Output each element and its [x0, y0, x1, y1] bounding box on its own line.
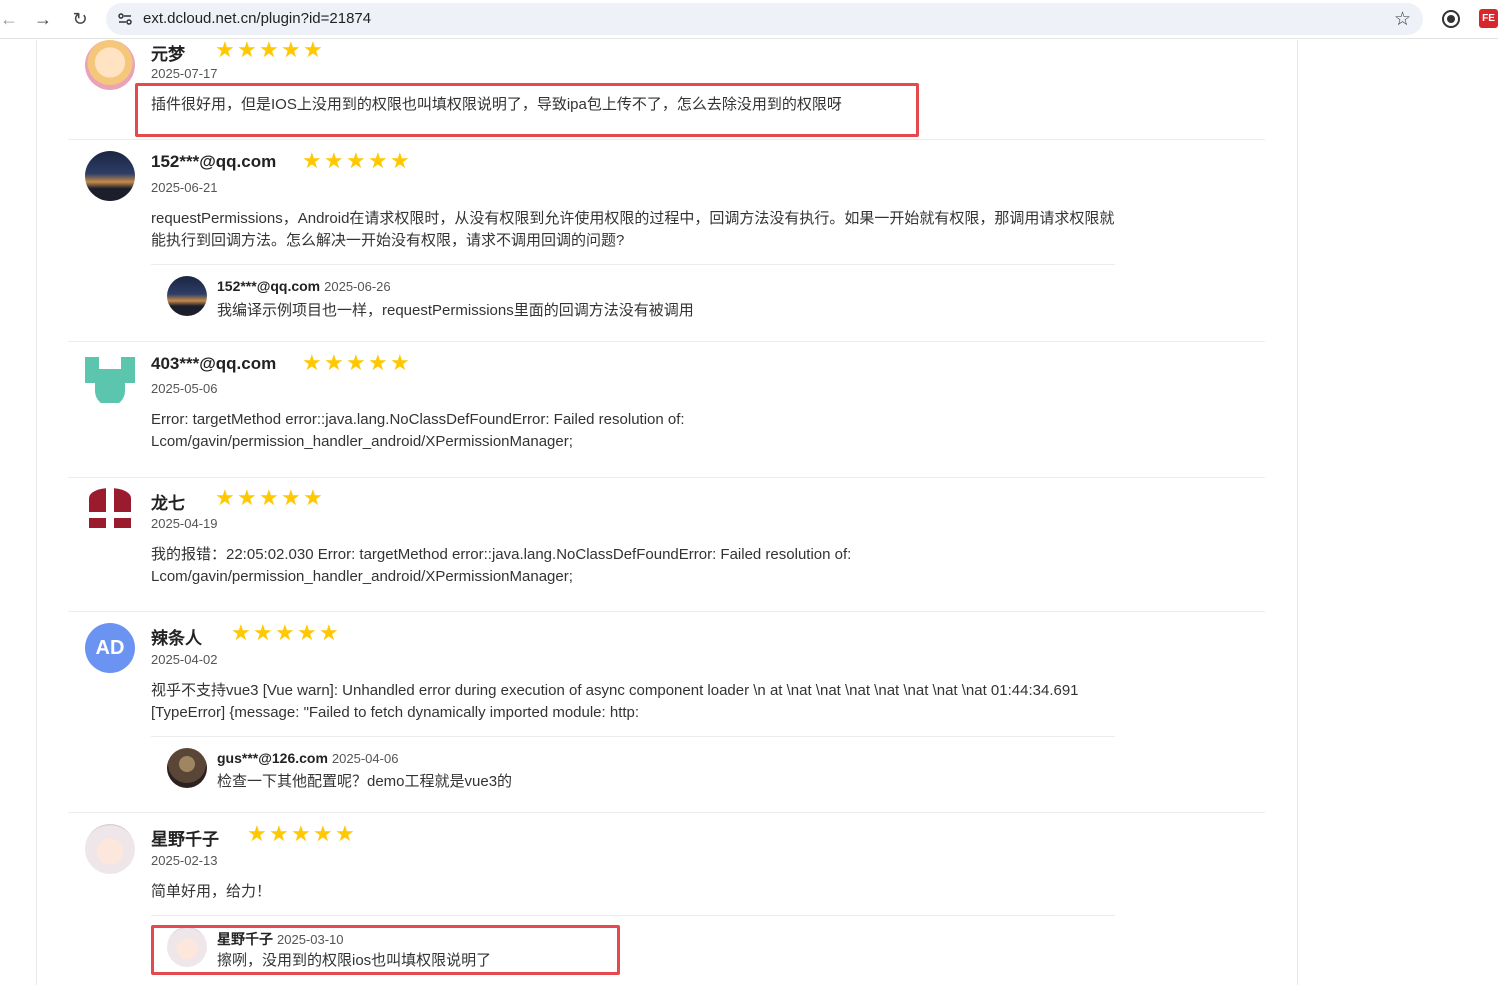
- star-outline-icon[interactable]: ☆: [1394, 8, 1411, 31]
- reply-item: 152***@qq.com 2025-06-26 我编译示例项目也一样，reque…: [151, 264, 1115, 330]
- star-icon: ★: [302, 350, 322, 375]
- star-icon: ★: [319, 620, 339, 645]
- star-icon: ★: [390, 148, 410, 173]
- reply-date: 2025-04-06: [331, 751, 399, 766]
- review-date: 2025-02-13: [151, 853, 218, 868]
- avatar[interactable]: [85, 40, 135, 90]
- reply-username[interactable]: gus***@126.com: [217, 750, 328, 766]
- review-username[interactable]: 辣条人: [151, 624, 202, 649]
- star-icon: ★: [313, 821, 333, 846]
- highlight-box: [151, 925, 620, 975]
- avatar[interactable]: AD: [85, 623, 135, 673]
- review-item: 龙七 ★ ★ ★ ★ ★ 2025-04-19 我的报错：22:05:02.030 Er…: [68, 478, 1265, 612]
- star-icon: ★: [335, 821, 355, 846]
- avatar[interactable]: [167, 276, 207, 316]
- reply-header: 152***@qq.com 2025-06-26: [217, 278, 391, 296]
- reply-item: gus***@126.com 2025-04-06 检查一下其他配置呢？demo工…: [151, 736, 1115, 802]
- review-username[interactable]: 152***@qq.com: [151, 152, 276, 172]
- highlight-box: [135, 83, 919, 137]
- page-border-left: [36, 40, 37, 985]
- review-item: AD 辣条人 ★ ★ ★ ★ ★ 2025-04-02 视乎不支持vue3 [Vue w…: [68, 612, 1265, 813]
- reply-content: 我编译示例项目也一样，requestPermissions里面的回调方法没有被调…: [217, 302, 694, 319]
- avatar[interactable]: [85, 151, 135, 201]
- reply-content: 检查一下其他配置呢？demo工程就是vue3的: [217, 773, 513, 790]
- page-border-right: [1297, 40, 1298, 985]
- rating-stars: ★ ★ ★ ★ ★: [247, 821, 355, 846]
- url-text[interactable]: ext.dcloud.net.cn/plugin?id=21874: [143, 10, 371, 27]
- reply-header: gus***@126.com 2025-04-06: [217, 750, 398, 768]
- star-icon: ★: [368, 148, 388, 173]
- star-icon: ★: [247, 821, 267, 846]
- address-bar[interactable]: ext.dcloud.net.cn/plugin?id=21874 ☆: [106, 3, 1423, 35]
- star-icon: ★: [346, 148, 366, 173]
- rating-stars: ★ ★ ★ ★ ★: [215, 37, 323, 62]
- star-icon: ★: [281, 485, 301, 510]
- avatar[interactable]: [167, 748, 207, 788]
- star-icon: ★: [215, 485, 235, 510]
- star-icon: ★: [390, 350, 410, 375]
- reload-icon[interactable]: ↻: [67, 6, 93, 32]
- star-icon: ★: [259, 485, 279, 510]
- reply-date: 2025-06-26: [324, 279, 391, 294]
- review-content: 视乎不支持vue3 [Vue warn]: Unhandled error du…: [151, 682, 1079, 721]
- rating-stars: ★ ★ ★ ★ ★: [302, 148, 410, 173]
- star-icon: ★: [297, 620, 317, 645]
- review-content: 简单好用，给力！: [151, 883, 272, 900]
- review-item: 152***@qq.com ★ ★ ★ ★ ★ 2025-06-21 requestPe…: [68, 140, 1265, 342]
- star-icon: ★: [231, 620, 251, 645]
- arrow-right-icon[interactable]: →: [30, 6, 56, 32]
- star-icon: ★: [259, 37, 279, 62]
- avatar[interactable]: [85, 488, 135, 538]
- review-username[interactable]: 龙七: [151, 489, 185, 514]
- star-icon: ★: [237, 485, 257, 510]
- star-icon: ★: [302, 148, 322, 173]
- review-date: 2025-04-19: [151, 516, 218, 531]
- star-icon: ★: [215, 37, 235, 62]
- star-icon: ★: [368, 350, 388, 375]
- star-icon: ★: [324, 148, 344, 173]
- review-username[interactable]: 星野千子: [151, 825, 219, 850]
- star-icon: ★: [346, 350, 366, 375]
- review-date: 2025-06-21: [151, 180, 218, 195]
- review-username[interactable]: 403***@qq.com: [151, 354, 276, 374]
- star-icon: ★: [269, 821, 289, 846]
- star-icon: ★: [303, 37, 323, 62]
- fe-extension-icon[interactable]: FE: [1479, 9, 1498, 28]
- star-icon: ★: [291, 821, 311, 846]
- review-date: 2025-07-17: [151, 66, 218, 81]
- arrow-left-icon[interactable]: ←: [0, 6, 22, 32]
- browser-toolbar: ← → ↻ ext.dcloud.net.cn/plugin?id=21874 …: [0, 0, 1498, 39]
- reply-username[interactable]: 152***@qq.com: [217, 278, 320, 294]
- star-icon: ★: [275, 620, 295, 645]
- review-content: Error: targetMethod error::java.lang.NoC…: [151, 411, 685, 450]
- review-username[interactable]: 元梦: [151, 40, 185, 65]
- star-icon: ★: [303, 485, 323, 510]
- circle-extension-icon[interactable]: [1442, 10, 1460, 28]
- review-item: 403***@qq.com ★ ★ ★ ★ ★ 2025-05-06 Error: ta…: [68, 342, 1265, 478]
- rating-stars: ★ ★ ★ ★ ★: [302, 350, 410, 375]
- star-icon: ★: [324, 350, 344, 375]
- review-content: requestPermissions，Android在请求权限时，从没有权限到允…: [151, 210, 1115, 249]
- review-content: 我的报错：22:05:02.030 Error: targetMethod er…: [151, 546, 852, 585]
- review-date: 2025-05-06: [151, 381, 218, 396]
- avatar[interactable]: [85, 824, 135, 874]
- star-icon: ★: [237, 37, 257, 62]
- rating-stars: ★ ★ ★ ★ ★: [231, 620, 339, 645]
- review-date: 2025-04-02: [151, 652, 218, 667]
- star-icon: ★: [281, 37, 301, 62]
- avatar[interactable]: [85, 353, 135, 403]
- tune-icon[interactable]: [116, 10, 134, 28]
- rating-stars: ★ ★ ★ ★ ★: [215, 485, 323, 510]
- star-icon: ★: [253, 620, 273, 645]
